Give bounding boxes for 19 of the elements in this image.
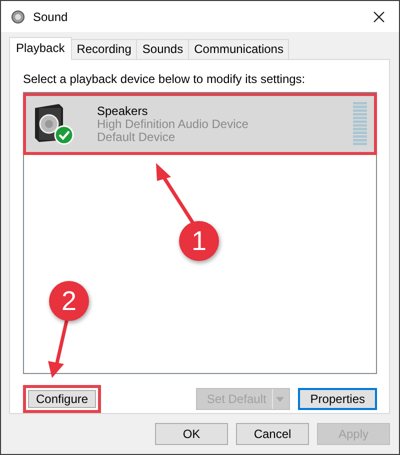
- device-description: High Definition Audio Device: [97, 118, 250, 130]
- dialog-button[interactable]: Cancel: [236, 423, 309, 445]
- device-status: Default Device: [97, 130, 176, 144]
- tab[interactable]: Playback: [9, 37, 72, 60]
- device-button[interactable]: Configure: [23, 385, 102, 413]
- window-title: Sound: [33, 10, 69, 24]
- speaker-icon: [11, 10, 25, 24]
- annotation-arrow: [156, 163, 194, 224]
- device-item[interactable]: Speakers High Definition Audio Device Default Device: [25, 95, 375, 153]
- dialog-button[interactable]: OK: [155, 423, 228, 445]
- volume-meter-icon: [353, 102, 367, 146]
- instruction-text: Select a playback device below to modify its settings:: [23, 71, 306, 88]
- caret-icon: [276, 396, 284, 402]
- annotation-arrow: [48, 318, 69, 378]
- device-button[interactable]: Properties: [298, 388, 377, 410]
- tab[interactable]: Communications: [188, 39, 290, 59]
- device-name: Speakers: [97, 104, 149, 118]
- close-icon[interactable]: [373, 10, 385, 22]
- speaker-device-icon: [33, 102, 75, 146]
